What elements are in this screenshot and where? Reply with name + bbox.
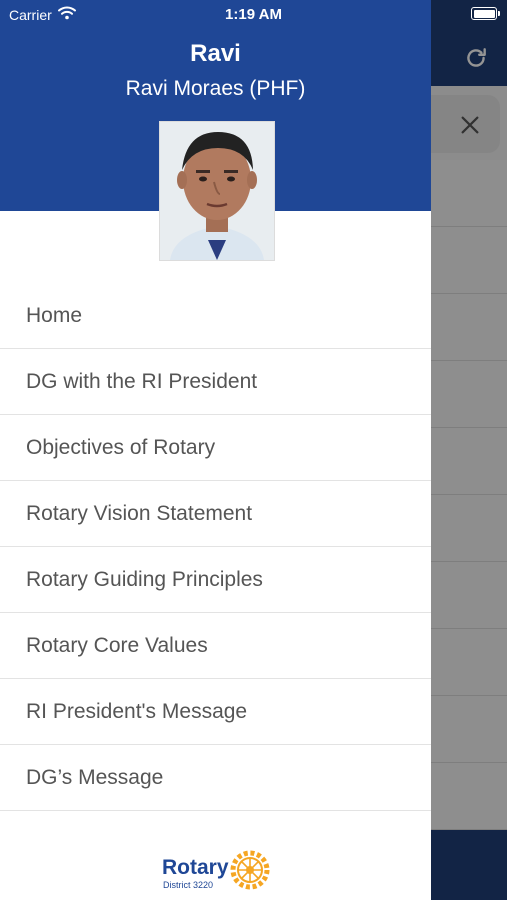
user-full-name: Ravi Moraes (PHF) xyxy=(125,77,306,100)
status-time: 1:19 AM xyxy=(225,6,282,23)
menu-item-rotary-guiding-principles[interactable]: Rotary Guiding Principles xyxy=(0,547,431,613)
navigation-drawer: Ravi Ravi Moraes (PHF) Home DG with the … xyxy=(0,0,431,900)
menu-item-dg-with-ri-president[interactable]: DG with the RI President xyxy=(0,349,431,415)
status-bar: Carrier 1:19 AM xyxy=(0,0,507,28)
menu-item-objectives-of-rotary[interactable]: Objectives of Rotary xyxy=(0,415,431,481)
menu-item-home[interactable]: Home xyxy=(0,283,431,349)
menu-item-rotary-core-values[interactable]: Rotary Core Values xyxy=(0,613,431,679)
menu-item-dgs-message[interactable]: DG’s Message xyxy=(0,745,431,811)
drawer-menu: Home DG with the RI President Objectives… xyxy=(0,283,431,811)
user-name: Ravi xyxy=(190,40,241,67)
avatar xyxy=(159,121,275,261)
logo-district: District 3220 xyxy=(163,880,214,890)
rotary-logo: Rotary District 3220 xyxy=(160,846,272,894)
logo-name: Rotary xyxy=(162,856,229,879)
battery-icon xyxy=(471,7,500,20)
menu-item-rotary-vision-statement[interactable]: Rotary Vision Statement xyxy=(0,481,431,547)
menu-item-ri-presidents-message[interactable]: RI President's Message xyxy=(0,679,431,745)
rotary-wheel-icon xyxy=(230,850,270,895)
